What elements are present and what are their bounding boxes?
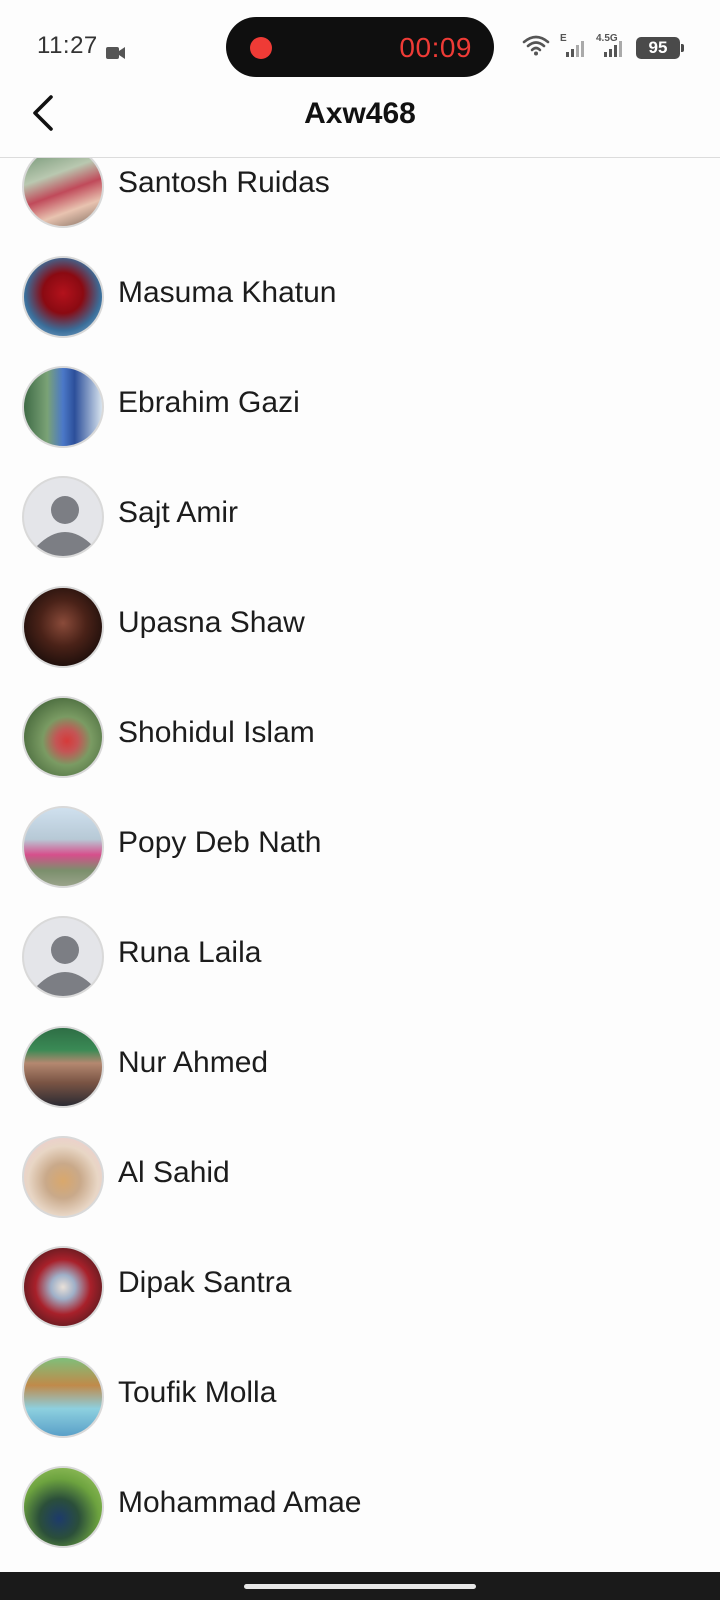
list-item[interactable]: Popy Deb Nath [0, 806, 720, 918]
list-item[interactable]: Runa Laila [0, 916, 720, 1028]
contact-name: Shohidul Islam [118, 716, 315, 749]
list-item[interactable]: Mohammad Amae [0, 1466, 720, 1572]
avatar [22, 366, 104, 448]
recording-timer: 00:09 [399, 32, 472, 63]
battery-level: 95 [648, 37, 668, 57]
page-title: Axw468 [304, 97, 416, 130]
contact-name: Masuma Khatun [118, 276, 337, 309]
avatar [22, 916, 104, 998]
status-bar: 11:27 00:09 E 4.5G 95 [0, 0, 720, 92]
list-item[interactable]: Toufik Molla [0, 1356, 720, 1468]
video-camera-icon [105, 39, 126, 59]
avatar [22, 158, 104, 228]
avatar [22, 476, 104, 558]
default-user-icon [37, 496, 93, 556]
list-item[interactable]: Nur Ahmed [0, 1026, 720, 1138]
app-header: Axw468 [0, 92, 720, 158]
avatar [22, 586, 104, 668]
contact-name: Upasna Shaw [118, 606, 305, 639]
list-item[interactable]: Masuma Khatun [0, 256, 720, 368]
home-indicator[interactable] [244, 1584, 476, 1589]
list-item[interactable]: Upasna Shaw [0, 586, 720, 698]
default-user-icon [37, 936, 93, 996]
wifi-icon [522, 34, 550, 61]
status-time: 11:27 [37, 32, 126, 60]
status-icons: E 4.5G 95 [522, 33, 684, 61]
contact-name: Runa Laila [118, 936, 262, 969]
avatar [22, 696, 104, 778]
record-dot-icon [250, 37, 272, 59]
clock-text: 11:27 [37, 32, 98, 59]
battery-icon: 95 [636, 36, 684, 59]
avatar [22, 1246, 104, 1328]
list-item[interactable]: Santosh Ruidas [0, 158, 720, 258]
contact-name: Toufik Molla [118, 1376, 277, 1409]
contact-name: Popy Deb Nath [118, 826, 322, 859]
contact-name: Nur Ahmed [118, 1046, 269, 1079]
contact-name: Al Sahid [118, 1156, 230, 1189]
contact-name: Santosh Ruidas [118, 166, 330, 199]
list-item[interactable]: Al Sahid [0, 1136, 720, 1248]
list-item[interactable]: Shohidul Islam [0, 696, 720, 808]
cellular-signal-icon-2: 4.5G [596, 33, 626, 59]
list-item[interactable]: Dipak Santra [0, 1246, 720, 1358]
contact-name: Ebrahim Gazi [118, 386, 300, 419]
screen-recording-pill[interactable]: 00:09 [226, 17, 494, 77]
avatar [22, 1466, 104, 1548]
contact-name: Sajt Amir [118, 496, 239, 529]
avatar [22, 1026, 104, 1108]
avatar [22, 256, 104, 338]
list-item[interactable]: Ebrahim Gazi [0, 366, 720, 478]
contact-name: Dipak Santra [118, 1266, 292, 1299]
contact-list[interactable]: Santosh Ruidas Masuma Khatun Ebrahim Gaz… [0, 158, 720, 1572]
avatar [22, 1136, 104, 1218]
contact-name: Mohammad Amae [118, 1486, 362, 1519]
cellular-signal-icon: E [560, 33, 586, 59]
system-nav-bar [0, 1572, 720, 1600]
avatar [22, 1356, 104, 1438]
list-item[interactable]: Sajt Amir [0, 476, 720, 588]
avatar [22, 806, 104, 888]
